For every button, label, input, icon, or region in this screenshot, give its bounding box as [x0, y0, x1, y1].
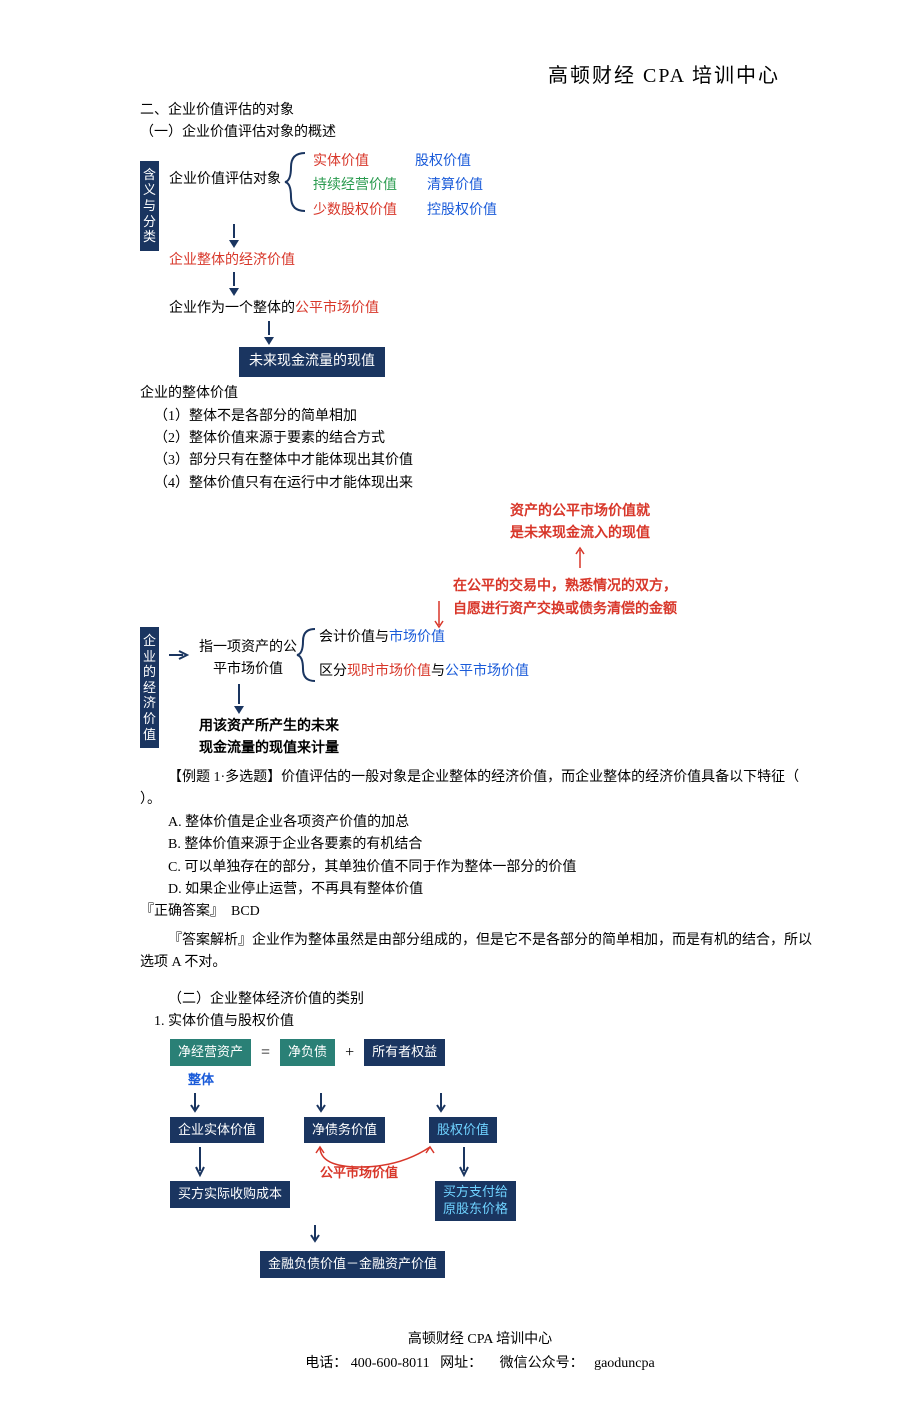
d2-r2c: 与 — [431, 664, 445, 679]
d2-r2a: 区分 — [319, 664, 347, 679]
d1-r3b: 控股权价值 — [427, 200, 497, 222]
list1-i2: （2）整体价值来源于要素的结合方式 — [140, 428, 820, 450]
arrow-down-icon — [234, 706, 244, 714]
d1-r1a: 实体价值 — [313, 151, 369, 173]
question-stem: 【例题 1·多选题】价值评估的一般对象是企业整体的经济价值，而企业整体的经济价值… — [140, 767, 820, 812]
d1-node-1: 企业价值评估对象 — [169, 172, 281, 187]
arrow-down-icon — [316, 1093, 326, 1113]
arrow-down-icon — [436, 1093, 446, 1113]
diagram-1: 含 义 与 分 类 企业价值评估对象 实体价值 股权价值 持续经营价值 清算价值 少… — [140, 151, 820, 377]
arrow-down-icon — [229, 240, 239, 248]
footer-tel: 400-600-8011 — [351, 1356, 430, 1371]
list1-i1: （1）整体不是各部分的简单相加 — [140, 406, 820, 428]
diagram1-vertical-label: 含 义 与 分 类 — [140, 161, 159, 251]
footer-tel-label: 电话： — [305, 1356, 347, 1371]
arrow-down-icon — [264, 337, 274, 345]
d3-r1c: 所有者权益 — [364, 1039, 445, 1066]
section-2-2: （二）企业整体经济价值的类别 — [140, 989, 820, 1011]
section-heading-2: 二、企业价值评估的对象 — [140, 100, 820, 122]
footer-wx-label: 微信公众号： — [500, 1356, 584, 1371]
section-heading-2a: （一）企业价值评估对象的概述 — [140, 122, 820, 144]
d1-r1b: 股权价值 — [415, 151, 471, 173]
diagram-2: 资产的公平市场价值就 是未来现金流入的现值 在公平的交易中，熟悉情况的双方， 自… — [140, 501, 820, 761]
d3-r4: 金融负债价值－金融资产价值 — [260, 1251, 445, 1278]
d3-r2c: 股权价值 — [429, 1117, 497, 1144]
d1-node-3: 企业作为一个整体的公平市场价值企业作为一个整体的公平市场价值 — [169, 301, 379, 316]
footer-wx: gaoduncpa — [594, 1356, 655, 1371]
d2-top2: 是未来现金流入的现值 — [340, 523, 820, 545]
list1-title: 企业的整体价值 — [140, 383, 820, 405]
d2-mid1: 在公平的交易中，熟悉情况的双方， — [310, 576, 820, 598]
explain-line: 『答案解析』企业作为整体虽然是由部分组成的，但是它不是各部分的简单相加，而是有机… — [140, 930, 820, 975]
d2-r2b: 现时市场价值 — [347, 664, 431, 679]
diagram2-vertical-label: 企 业 的 经 济 价 值 — [140, 627, 159, 748]
connector-icon — [379, 599, 499, 629]
arrow-down-icon — [310, 1225, 320, 1243]
arrow-down-icon — [190, 1093, 200, 1113]
opt-b: B. 整体价值来源于企业各要素的有机结合 — [140, 834, 820, 856]
header-title: 高顿财经 CPA 培训中心 — [548, 65, 780, 87]
d2-c1a: 指一项资产的公 — [199, 637, 297, 659]
brace-icon — [285, 151, 309, 213]
d1-r2b: 清算价值 — [427, 175, 483, 197]
d3-r1b: 净负债 — [280, 1039, 335, 1066]
d2-r1a: 会计价值与 — [319, 630, 389, 645]
d2-r1b: 市场价值 — [389, 630, 445, 645]
footer-l1: 高顿财经 CPA 培训中心 — [140, 1328, 820, 1352]
arrow-down-icon — [229, 288, 239, 296]
opt-c: C. 可以单独存在的部分，其单独价值不同于作为整体一部分的价值 — [140, 857, 820, 879]
diagram-3: 净经营资产 = 净负债 + 所有者权益 整体 企业实体价值 净债务价值 股权价值… — [170, 1039, 820, 1278]
plus-icon: + — [345, 1040, 354, 1066]
d3-r3a: 买方实际收购成本 — [170, 1181, 290, 1208]
d2-bot2: 现金流量的现值来计量 — [199, 738, 529, 760]
d3-r1a: 净经营资产 — [170, 1039, 251, 1066]
footer-url-label: 网址： — [440, 1356, 482, 1371]
list1-i4: （4）整体价值只有在运行中才能体现出来 — [140, 473, 820, 495]
list1-i3: （3）部分只有在整体中才能体现出其价值 — [140, 450, 820, 472]
section-2-2-1: 1. 实体价值与股权价值 — [140, 1011, 820, 1033]
arrow-right-icon — [169, 651, 189, 761]
d2-top1: 资产的公平市场价值就 — [340, 501, 820, 523]
d2-r2d: 公平市场价值 — [445, 664, 529, 679]
d3-r2a: 企业实体价值 — [170, 1117, 264, 1144]
equals-icon: = — [261, 1040, 270, 1066]
d3-fm: 公平市场价值 — [320, 1163, 398, 1184]
d2-bot1: 用该资产所产生的未来 — [199, 716, 529, 738]
d3-r3b: 买方支付给原股东价格 — [435, 1181, 516, 1221]
arrow-up-icon — [575, 546, 585, 568]
d1-node-4: 未来现金流量的现值 — [239, 347, 385, 377]
d1-node-2: 企业整体的经济价值 — [169, 253, 295, 268]
d3-lbl1: 整体 — [188, 1072, 214, 1087]
brace-icon — [297, 627, 319, 683]
d1-r3a: 少数股权价值 — [313, 200, 397, 222]
d1-r2a: 持续经营价值 — [313, 175, 397, 197]
page-header: 高顿财经 CPA 培训中心 — [140, 60, 820, 92]
opt-d: D. 如果企业停止运营，不再具有整体价值 — [140, 879, 820, 901]
page-footer: 高顿财经 CPA 培训中心 电话： 400-600-8011 网址： 微信公众号… — [140, 1328, 820, 1376]
opt-a: A. 整体价值是企业各项资产价值的加总 — [140, 812, 820, 834]
answer-line: 『正确答案』 BCD — [140, 901, 820, 923]
d2-c1b: 平市场价值 — [199, 659, 297, 681]
d3-r2b: 净债务价值 — [304, 1117, 385, 1144]
